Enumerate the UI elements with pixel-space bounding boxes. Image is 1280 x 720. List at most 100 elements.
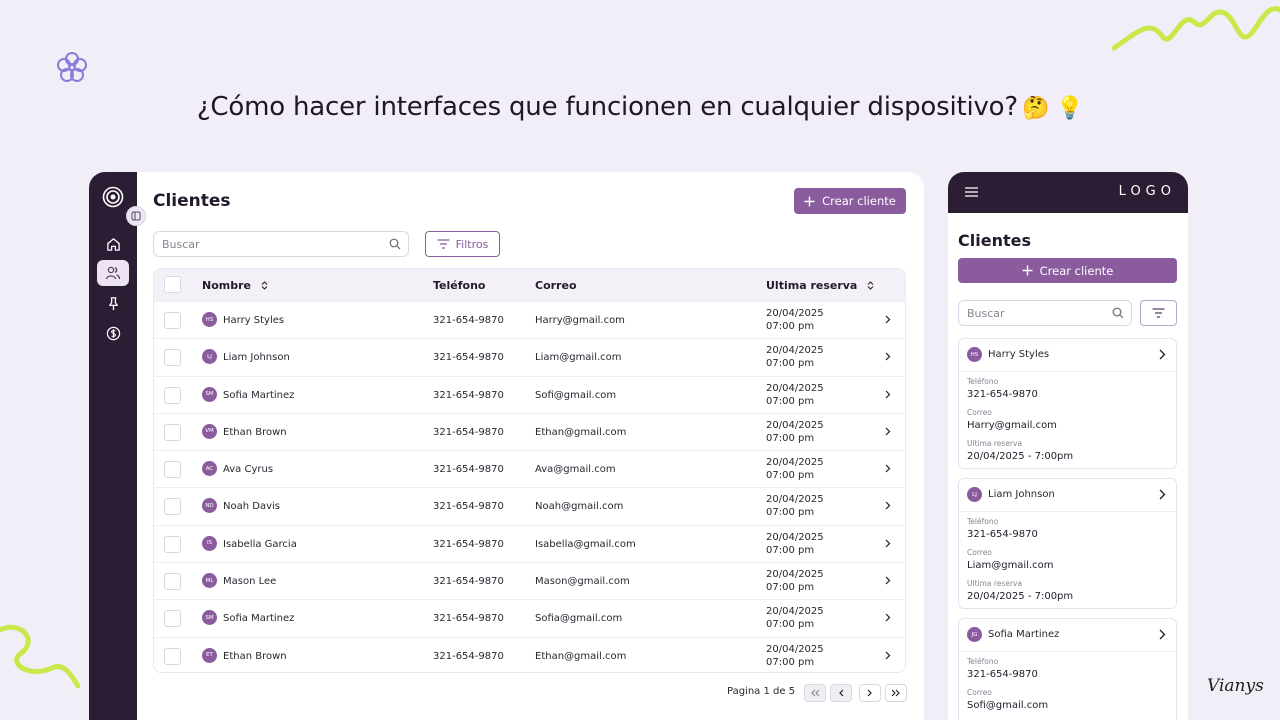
- create-client-label: Crear cliente: [1039, 263, 1114, 278]
- phone-label: Teléfono: [967, 657, 999, 666]
- row-checkbox[interactable]: [164, 349, 181, 367]
- table-row[interactable]: ND Noah Davis 321-654-9870 Noah@gmail.com 20…: [154, 487, 905, 524]
- filter-button[interactable]: Filtros: [425, 231, 500, 257]
- chevron-right-icon[interactable]: [1159, 349, 1166, 360]
- search-placeholder: Buscar: [967, 306, 1005, 320]
- search-input[interactable]: Buscar: [153, 231, 409, 257]
- table-row[interactable]: AC Ava Cyrus 321-654-9870 Ava@gmail.com 20/0…: [154, 450, 905, 487]
- client-card[interactable]: JG Sofia Martinez Teléfono 321-654-9870 Corr…: [958, 618, 1177, 720]
- row-checkbox[interactable]: [164, 461, 181, 479]
- chevron-right-icon[interactable]: [885, 352, 891, 361]
- row-checkbox[interactable]: [164, 610, 181, 628]
- row-checkbox[interactable]: [164, 573, 181, 591]
- last-booking: 20/04/2025 07:00 pm: [766, 493, 824, 519]
- table-row[interactable]: LJ Liam Johnson 321-654-9870 Liam@gmail.com…: [154, 338, 905, 375]
- search-placeholder: Buscar: [162, 237, 200, 251]
- table-row[interactable]: VM Ethan Brown 321-654-9870 Ethan@gmail.com…: [154, 412, 905, 450]
- last-booking: 20/04/2025 07:00 pm: [766, 307, 824, 333]
- row-checkbox[interactable]: [164, 423, 181, 441]
- email-label: Correo: [967, 688, 992, 697]
- create-client-button[interactable]: Crear cliente: [794, 188, 906, 214]
- chevron-right-icon[interactable]: [885, 390, 891, 399]
- chevron-right-icon[interactable]: [1159, 629, 1166, 640]
- last-booking-label: Ultima reserva: [967, 439, 1023, 448]
- sidebar-toggle-icon: [131, 211, 141, 221]
- sidebar-item-pins[interactable]: [97, 290, 129, 316]
- client-card[interactable]: LJ Liam Johnson Teléfono 321-654-9870 Correo…: [958, 478, 1177, 609]
- filter-icon: [437, 239, 450, 249]
- collapse-sidebar-button[interactable]: [126, 206, 146, 226]
- chevron-right-icon[interactable]: [1159, 489, 1166, 500]
- emoji-decoration: 🤔 💡: [1022, 96, 1084, 121]
- table-row[interactable]: IS Isabella Garcia 321-654-9870 Isabella@gm…: [154, 524, 905, 562]
- sidebar-item-payments[interactable]: [97, 320, 129, 346]
- chevron-right-icon[interactable]: [885, 576, 891, 585]
- client-email: Ethan@gmail.com: [535, 426, 627, 438]
- last-booking: 20/04/2025 07:00 pm: [766, 344, 824, 370]
- client-phone: 321-654-9870: [967, 389, 1038, 400]
- last-booking: 20/04/2025 07:00 pm: [766, 568, 824, 594]
- last-booking: 20/04/2025 07:00 pm: [766, 531, 824, 557]
- mobile-mockup: LOGO Clientes Crear cliente Buscar HS Har…: [948, 172, 1188, 720]
- column-last-booking[interactable]: Ultima reserva: [766, 279, 874, 292]
- client-name: Ava Cyrus: [223, 464, 274, 476]
- menu-icon[interactable]: [965, 187, 978, 197]
- row-checkbox[interactable]: [164, 312, 181, 329]
- sidebar-item-home[interactable]: [97, 231, 129, 257]
- next-page-button[interactable]: [859, 684, 881, 702]
- table-row[interactable]: SM Sofia Martinez 321-654-9870 Sofia@gmail.…: [154, 599, 905, 636]
- previous-page-button[interactable]: [830, 684, 852, 702]
- chevron-right-icon[interactable]: [885, 501, 891, 510]
- chevron-right-icon[interactable]: [885, 651, 891, 660]
- sidebar-item-clients[interactable]: [97, 260, 129, 286]
- filter-icon: [1152, 308, 1165, 318]
- table-row[interactable]: HS Harry Styles 321-654-9870 Harry@gmail.co…: [154, 301, 905, 338]
- chevron-right-icon[interactable]: [885, 464, 891, 473]
- avatar: HS: [967, 347, 982, 362]
- client-name: Ethan Brown: [223, 650, 287, 662]
- first-page-button[interactable]: [804, 684, 826, 702]
- table-row[interactable]: ML Mason Lee 321-654-9870 Mason@gmail.com 20…: [154, 562, 905, 599]
- last-booking-time: 07:00 pm: [766, 507, 815, 519]
- chevron-right-icon[interactable]: [885, 613, 891, 622]
- home-icon: [106, 237, 120, 251]
- logo-text: LOGO: [1118, 184, 1176, 199]
- client-email: Sofia@gmail.com: [535, 613, 623, 625]
- row-checkbox[interactable]: [164, 498, 181, 516]
- chevron-right-icon[interactable]: [885, 539, 891, 548]
- chevron-left-icon: [839, 689, 844, 697]
- card-divider: [959, 651, 1176, 652]
- filter-button[interactable]: [1140, 300, 1177, 326]
- last-booking-date: 20/04/2025: [766, 606, 824, 618]
- last-page-button[interactable]: [885, 684, 907, 702]
- table-header: Nombre Teléfono Correo Ultima reserva: [154, 269, 905, 301]
- client-card[interactable]: HS Harry Styles Teléfono 321-654-9870 Correo…: [958, 338, 1177, 469]
- last-booking: 20/04/2025 - 7:00pm: [967, 451, 1074, 462]
- chevron-right-icon[interactable]: [885, 315, 891, 324]
- last-booking: 20/04/2025 07:00 pm: [766, 419, 824, 445]
- row-checkbox[interactable]: [164, 647, 181, 665]
- client-email: Noah@gmail.com: [535, 501, 624, 513]
- table-row[interactable]: ET Ethan Brown 321-654-9870 Ethan@gmail.com…: [154, 636, 905, 672]
- last-booking-time: 07:00 pm: [766, 358, 815, 370]
- last-booking-date: 20/04/2025: [766, 494, 824, 506]
- chevron-right-icon: [867, 689, 872, 697]
- row-checkbox[interactable]: [164, 535, 181, 553]
- phone-label: Teléfono: [967, 517, 999, 526]
- table-row[interactable]: SM Sofia Martinez 321-654-9870 Sofi@gmail.c…: [154, 375, 905, 413]
- last-booking-time: 07:00 pm: [766, 656, 815, 668]
- client-email: Harry@gmail.com: [967, 420, 1057, 431]
- chevron-right-icon[interactable]: [885, 427, 891, 436]
- select-all-checkbox[interactable]: [164, 276, 181, 293]
- column-name[interactable]: Nombre: [202, 279, 268, 292]
- client-email: Mason@gmail.com: [535, 576, 630, 588]
- row-checkbox[interactable]: [164, 386, 181, 404]
- search-input[interactable]: Buscar: [958, 300, 1132, 326]
- client-name: Sofia Martinez: [223, 613, 295, 625]
- client-email: Isabella@gmail.com: [535, 538, 636, 550]
- sidebar-rail: [89, 172, 137, 720]
- create-client-button[interactable]: Crear cliente: [958, 258, 1177, 283]
- client-name: Liam Johnson: [988, 489, 1055, 500]
- avatar: ET: [202, 647, 217, 663]
- phone-label: Teléfono: [967, 377, 999, 386]
